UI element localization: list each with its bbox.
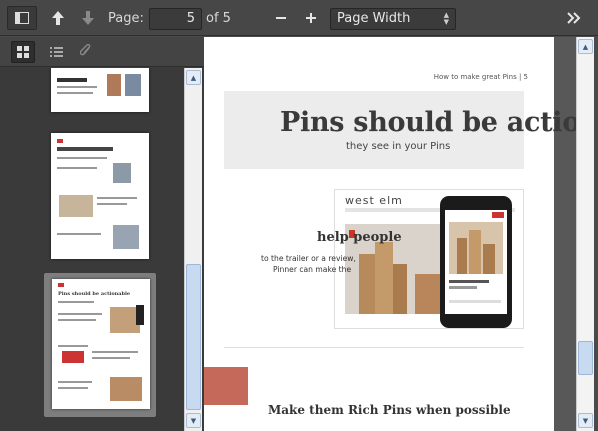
thumbnails-tab[interactable] xyxy=(11,41,35,63)
outline-tab[interactable] xyxy=(44,41,68,63)
minus-icon xyxy=(275,12,287,24)
brand-logo: west elm xyxy=(345,194,403,207)
pdf-viewer: Page: 5 of 5 Page Width ▲ ▼ How to make g… xyxy=(0,0,598,431)
plus-icon xyxy=(305,12,317,24)
sidebar-toggle-button[interactable] xyxy=(7,6,37,30)
divider xyxy=(224,347,524,348)
product-thumbnail-image xyxy=(204,367,248,405)
page-header: How to make great Pins | 5 xyxy=(433,73,528,81)
sidebar: Pins should be actionable ▲ ▼ xyxy=(0,37,204,431)
arrow-down-icon xyxy=(81,10,95,26)
page-count: of 5 xyxy=(206,11,231,26)
scroll-down-button[interactable]: ▼ xyxy=(578,413,593,428)
paperclip-icon xyxy=(79,43,92,62)
select-arrows-icon: ▲ ▼ xyxy=(443,11,449,26)
zoom-select[interactable]: Page Width ▲ ▼ xyxy=(330,8,456,30)
section-heading-rich-pins: Make them Rich Pins when possible xyxy=(268,403,511,417)
page-thumbnail-4[interactable] xyxy=(51,133,149,259)
arrow-up-icon xyxy=(51,10,65,26)
page-number-input[interactable]: 5 xyxy=(149,8,202,30)
tools-button[interactable] xyxy=(561,6,587,30)
next-page-button[interactable] xyxy=(76,6,100,30)
attachments-tab[interactable] xyxy=(74,41,98,63)
body-text: to the trailer or a review, Pinner can m… xyxy=(261,253,356,275)
scroll-thumb[interactable] xyxy=(578,341,593,375)
body-line: to the trailer or a review, xyxy=(261,254,356,263)
document-scrollbar[interactable]: ▲ ▼ xyxy=(576,37,594,431)
page-title: Pins should be actionable xyxy=(280,107,576,138)
scroll-up-button[interactable]: ▲ xyxy=(578,39,593,54)
double-chevron-right-icon xyxy=(566,12,582,24)
page-thumbnail-5[interactable]: Pins should be actionable xyxy=(52,279,150,409)
product-image: west elm xyxy=(334,189,524,329)
toolbar: Page: 5 of 5 Page Width ▲ ▼ xyxy=(0,0,598,36)
previous-page-button[interactable] xyxy=(46,6,70,30)
document-area[interactable]: How to make great Pins | 5 Pins should b… xyxy=(204,37,576,431)
page-subtitle: they see in your Pins xyxy=(346,141,451,152)
document-page: How to make great Pins | 5 Pins should b… xyxy=(204,37,576,431)
list-icon xyxy=(49,43,63,62)
zoom-in-button[interactable] xyxy=(300,6,322,30)
thumbnail-title: Pins should be actionable xyxy=(58,291,131,297)
sidebar-tabs xyxy=(0,37,204,67)
sidebar-toggle-icon xyxy=(15,12,29,24)
page-thumbnail-3[interactable] xyxy=(51,68,149,112)
section-heading: help people xyxy=(317,230,402,245)
phone-mockup xyxy=(440,196,512,328)
page-label: Page: xyxy=(108,11,144,26)
body-line: Pinner can make the xyxy=(273,265,352,274)
zoom-out-button[interactable] xyxy=(270,6,292,30)
sidebar-scrollbar[interactable]: ▲ ▼ xyxy=(184,68,202,431)
sidebar-scroll-down-button[interactable]: ▼ xyxy=(186,413,201,428)
zoom-select-value: Page Width xyxy=(337,11,411,26)
grid-icon xyxy=(17,43,29,62)
sidebar-scroll-thumb[interactable] xyxy=(186,264,201,410)
thumbnail-list: Pins should be actionable xyxy=(0,68,204,431)
sidebar-scroll-up-button[interactable]: ▲ xyxy=(186,70,201,85)
